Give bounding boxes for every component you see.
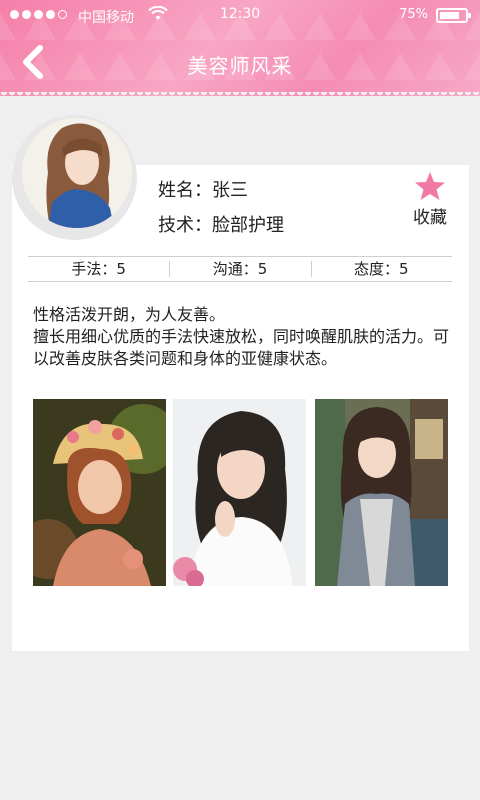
rating-technique: 手法：5 [71,260,126,278]
avatar [22,118,132,228]
gallery-photo[interactable] [173,399,306,586]
beautician-name: 姓名：张三 [158,180,248,201]
header: 中国移动 12:30 75% 美容师风采 [0,0,480,96]
rating-attitude: 态度：5 [310,257,452,281]
gallery-photo[interactable] [33,399,166,586]
rating-communication: 沟通：5 [169,257,310,281]
ratings-row: 手法：5 沟通：5 态度：5 [28,256,452,282]
description-line-2: 擅长用细心优质的手法快速放松，同时唤醒肌肤的活力。可以改善皮肤各类问题和身体的亚… [33,327,450,368]
favorite-button[interactable]: 收藏 [408,170,452,228]
nav-bar: 美容师风采 [0,30,480,94]
status-bar: 中国移动 12:30 75% [0,0,480,30]
favorite-label: 收藏 [413,208,447,228]
description-line-1: 性格活泼开朗，为人友善。 [33,305,226,324]
page-title: 美容师风采 [187,54,293,78]
gallery-photo[interactable] [315,399,448,586]
battery-percent: 75% [399,7,428,22]
beautician-skill: 技术：脸部护理 [158,215,284,236]
star-icon [415,172,445,200]
description: 性格活泼开朗，为人友善。 擅长用细心优质的手法快速放松，同时唤醒肌肤的活力。可以… [33,304,453,370]
battery-icon [436,8,471,23]
